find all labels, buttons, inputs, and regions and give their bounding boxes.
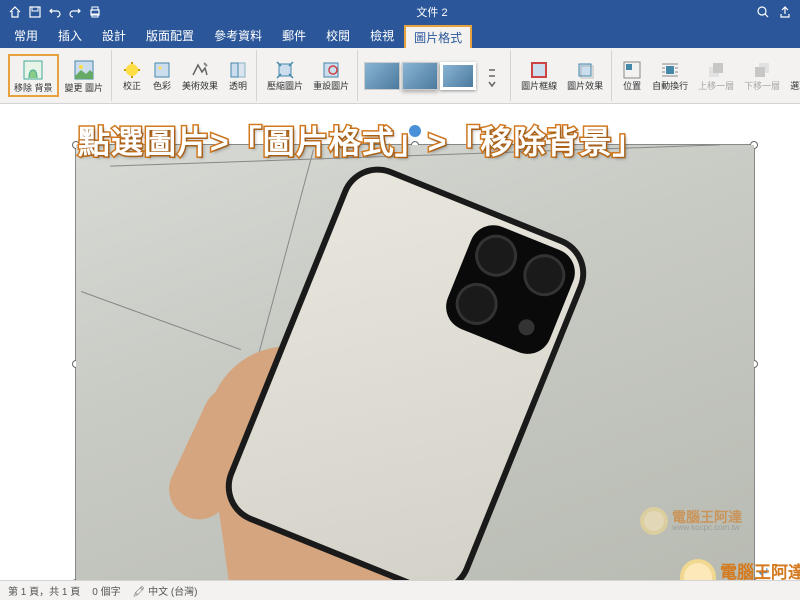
search-icon[interactable] — [754, 3, 772, 21]
style-thumb-1[interactable] — [364, 62, 400, 90]
tab-insert[interactable]: 插入 — [48, 23, 92, 48]
page: 點選圖片>「圖片格式」>「移除背景」 — [40, 109, 760, 579]
tab-review[interactable]: 校閱 — [316, 23, 360, 48]
corrections-button[interactable]: 校正 — [118, 58, 146, 94]
save-icon[interactable] — [26, 3, 44, 21]
tab-picture-format[interactable]: 圖片格式 — [404, 25, 472, 48]
print-icon[interactable] — [86, 3, 104, 21]
tab-mailings[interactable]: 郵件 — [272, 23, 316, 48]
selection-pane-button[interactable]: 選取 範圍窗格 — [786, 58, 800, 94]
tab-home[interactable]: 常用 — [4, 23, 48, 48]
send-backward-button[interactable]: 下移一層 — [740, 58, 784, 94]
remove-background-button[interactable]: 移除 背景 — [8, 54, 59, 98]
instruction-overlay: 點選圖片>「圖片格式」>「移除背景」 — [78, 117, 730, 163]
compress-button[interactable]: 壓縮圖片 — [263, 58, 307, 94]
home-icon[interactable] — [6, 3, 24, 21]
title-bar: 文件 2 — [0, 0, 800, 24]
wrap-text-button[interactable]: 自動換行 — [648, 58, 692, 94]
border-button[interactable]: 圖片框線 — [517, 58, 561, 94]
bring-forward-button[interactable]: 上移一層 — [694, 58, 738, 94]
watermark-inner: 電腦王阿達www.kocpc.com.tw — [640, 507, 742, 535]
picture-styles — [364, 62, 476, 90]
styles-more-button[interactable] — [478, 60, 506, 92]
selected-image[interactable]: 電腦王阿達www.kocpc.com.tw — [75, 144, 755, 580]
reset-button[interactable]: 重設圖片 — [309, 58, 353, 94]
language-indicator[interactable]: 🖍 中文 (台灣) — [133, 583, 198, 598]
style-thumb-2[interactable] — [402, 62, 438, 90]
tab-layout[interactable]: 版面配置 — [136, 23, 204, 48]
color-button[interactable]: 色彩 — [148, 58, 176, 94]
redo-icon[interactable] — [66, 3, 84, 21]
watermark-outer: 電腦王阿達www.kocpc.com.tw — [680, 559, 800, 580]
status-bar: 第 1 頁，共 1 頁 0 個字 🖍 中文 (台灣) — [0, 580, 800, 600]
word-count[interactable]: 0 個字 — [92, 583, 120, 598]
ribbon-tabs: 常用 插入 設計 版面配置 參考資料 郵件 校閱 檢視 圖片格式 — [0, 24, 800, 48]
tab-references[interactable]: 參考資料 — [204, 23, 272, 48]
style-thumb-3[interactable] — [440, 62, 476, 90]
position-button[interactable]: 位置 — [618, 58, 646, 94]
artistic-effects-button[interactable]: 美術效果 — [178, 58, 222, 94]
document-title: 文件 2 — [110, 4, 754, 20]
change-picture-button[interactable]: 變更 圖片 — [61, 56, 108, 96]
photo-content: 電腦王阿達www.kocpc.com.tw — [76, 145, 754, 580]
undo-icon[interactable] — [46, 3, 64, 21]
effects-button[interactable]: 圖片效果 — [563, 58, 607, 94]
tab-view[interactable]: 檢視 — [360, 23, 404, 48]
page-indicator[interactable]: 第 1 頁，共 1 頁 — [8, 583, 80, 598]
transparency-button[interactable]: 透明 — [224, 58, 252, 94]
share-icon[interactable] — [776, 3, 794, 21]
ribbon-toolbar: 移除 背景 變更 圖片 校正 色彩 美術效果 透明 壓縮圖片 重設圖片 圖片框線… — [0, 48, 800, 104]
tab-design[interactable]: 設計 — [92, 23, 136, 48]
document-area[interactable]: 點選圖片>「圖片格式」>「移除背景」 — [0, 104, 800, 580]
